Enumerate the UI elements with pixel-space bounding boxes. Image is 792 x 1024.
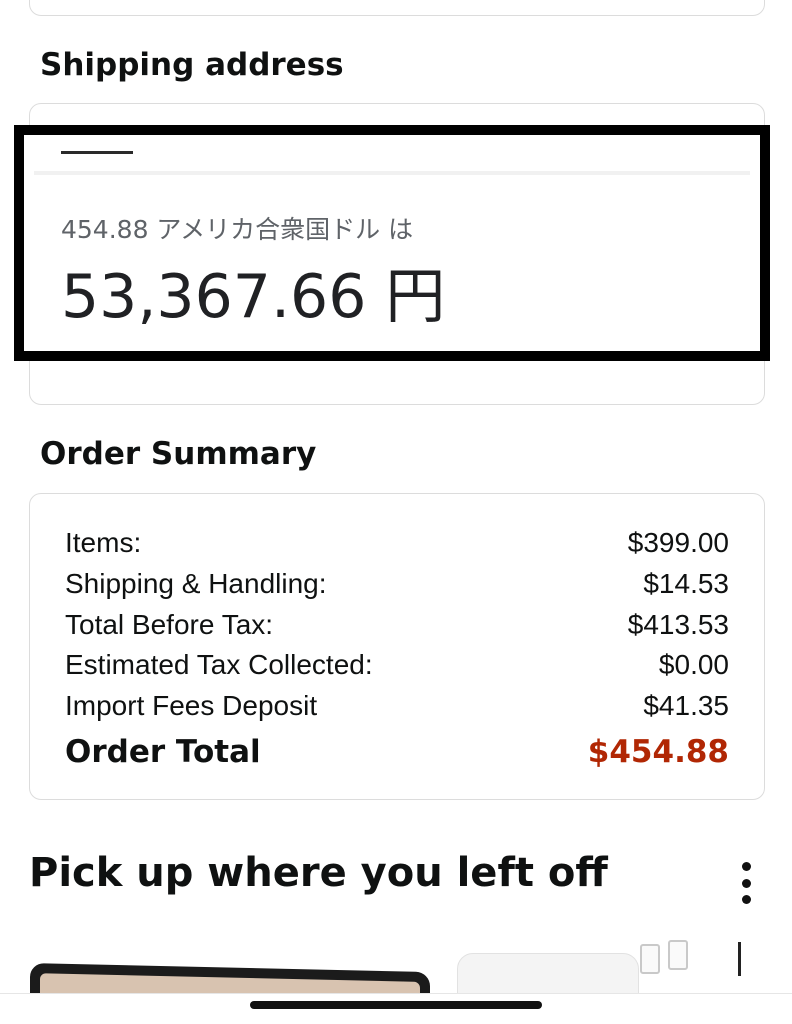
cable-plug bbox=[640, 944, 660, 974]
summary-row-value: $14.53 bbox=[643, 567, 729, 599]
cable-product-image[interactable] bbox=[638, 940, 698, 1000]
summary-row-items: Items: $399.00 bbox=[65, 523, 729, 564]
summary-row-before-tax: Total Before Tax: $413.53 bbox=[65, 605, 729, 646]
cable-wire bbox=[738, 942, 741, 976]
conversion-source-text: 454.88 アメリカ合衆国ドル は bbox=[61, 215, 414, 244]
divider bbox=[34, 171, 750, 175]
drag-handle bbox=[61, 151, 133, 154]
summary-row-import-fees: Import Fees Deposit $41.35 bbox=[65, 686, 729, 727]
order-summary-card: Items: $399.00 Shipping & Handling: $14.… bbox=[29, 493, 765, 800]
order-summary-heading: Order Summary bbox=[40, 436, 317, 472]
pick-up-heading: Pick up where you left off bbox=[29, 850, 608, 896]
previous-section-card bbox=[29, 0, 765, 16]
summary-row-value: $41.35 bbox=[643, 690, 729, 722]
summary-row-tax: Estimated Tax Collected: $0.00 bbox=[65, 645, 729, 686]
summary-row-label: Shipping & Handling: bbox=[65, 567, 327, 599]
summary-row-label: Items: bbox=[65, 527, 142, 558]
summary-row-label: Import Fees Deposit bbox=[65, 690, 318, 722]
order-total-label: Order Total bbox=[65, 733, 261, 770]
summary-row-label: Estimated Tax Collected: bbox=[65, 649, 373, 681]
currency-conversion-overlay: 454.88 アメリカ合衆国ドル は 53,367.66 円 bbox=[14, 125, 770, 361]
home-indicator[interactable] bbox=[250, 1001, 542, 1009]
more-vertical-icon[interactable] bbox=[736, 862, 756, 904]
conversion-result-text: 53,367.66 円 bbox=[61, 262, 446, 332]
summary-row-shipping: Shipping & Handling: $14.53 bbox=[65, 564, 729, 605]
summary-row-value: $413.53 bbox=[627, 608, 729, 640]
summary-row-value: $399.00 bbox=[627, 527, 729, 558]
order-summary-rows: Items: $399.00 Shipping & Handling: $14.… bbox=[65, 523, 729, 775]
shipping-address-heading: Shipping address bbox=[40, 47, 344, 83]
checkout-page: Shipping address 454.88 アメリカ合衆国ドル は 53,3… bbox=[0, 0, 792, 1024]
cable-plug bbox=[668, 940, 688, 970]
order-total-row: Order Total $454.88 bbox=[65, 729, 729, 775]
order-total-value: $454.88 bbox=[587, 733, 729, 770]
summary-row-label: Total Before Tax: bbox=[65, 608, 274, 640]
summary-row-value: $0.00 bbox=[658, 649, 729, 681]
